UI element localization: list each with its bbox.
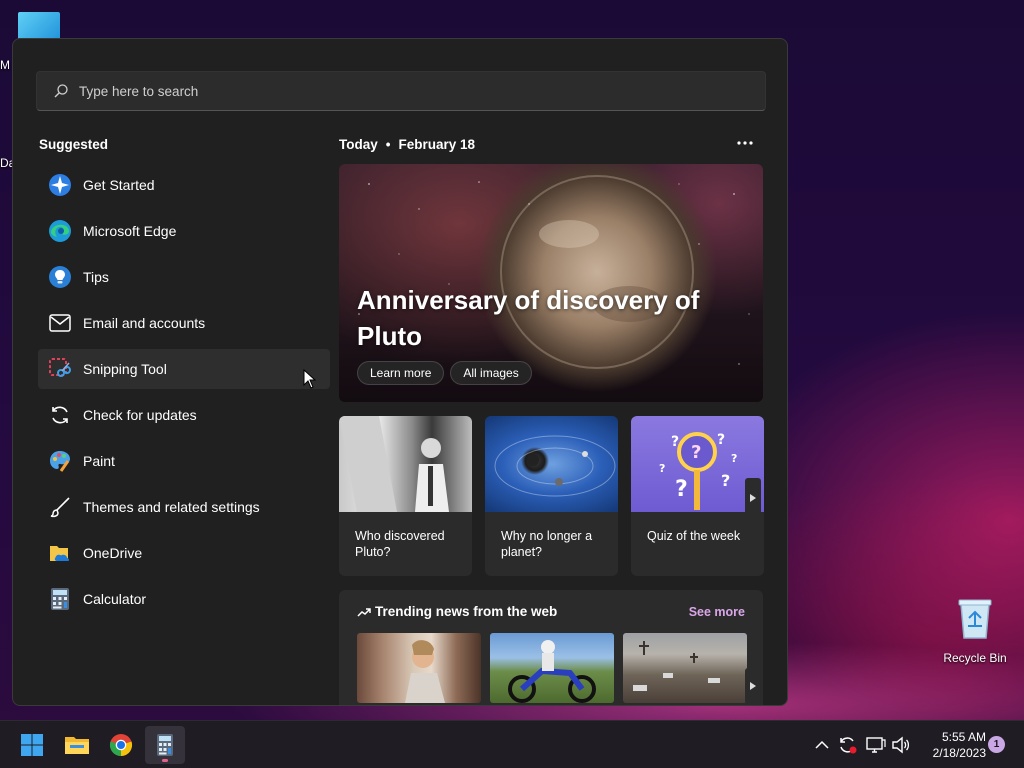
suggested-item-tips[interactable]: Tips [38, 257, 330, 297]
chrome-icon [109, 734, 133, 757]
suggested-item-paint[interactable]: Paint [38, 441, 330, 481]
system-clock[interactable]: 5:55 AM 2/18/2023 [916, 729, 986, 761]
svg-text:?: ? [691, 442, 701, 463]
onedrive-folder-icon [48, 541, 72, 565]
news-thumbnail[interactable] [357, 633, 481, 703]
refresh-icon [48, 403, 72, 427]
svg-text:?: ? [659, 462, 665, 475]
active-app-indicator [162, 759, 168, 762]
svg-text:?: ? [731, 452, 737, 465]
suggested-item-snipping-tool[interactable]: Snipping Tool [38, 349, 330, 389]
today-label: Today [339, 137, 378, 152]
mouse-cursor-icon [303, 369, 317, 389]
clock-time: 5:55 AM [941, 730, 986, 744]
svg-text:?: ? [717, 432, 725, 448]
svg-text:?: ? [721, 471, 730, 490]
suggested-item-label: Calculator [83, 591, 147, 607]
brush-icon [48, 495, 72, 519]
calculator-icon [157, 734, 173, 756]
today-separator: • [385, 137, 391, 152]
tray-network[interactable] [866, 721, 886, 768]
suggested-item-microsoft-edge[interactable]: Microsoft Edge [38, 211, 330, 251]
news-next-button[interactable] [745, 668, 761, 704]
search-icon [54, 84, 68, 98]
suggested-item-label: Check for updates [83, 407, 197, 423]
trending-up-icon [357, 607, 371, 617]
search-input[interactable] [79, 72, 679, 110]
chevron-right-icon [750, 494, 756, 502]
today-date: February 18 [398, 137, 476, 152]
suggested-item-label: Snipping Tool [83, 361, 167, 377]
suggested-title: Suggested [39, 137, 109, 152]
start-menu: Suggested Get Started Microsoft Edge Tip… [12, 38, 788, 706]
get-started-icon [48, 173, 72, 197]
card-thumbnail-solar-system [485, 416, 618, 512]
chevron-up-icon [815, 740, 829, 749]
svg-text:?: ? [675, 477, 688, 502]
tips-lightbulb-icon [48, 265, 72, 289]
sync-alert-icon [840, 737, 857, 754]
trending-news-panel: Trending news from the web See more [339, 590, 763, 705]
suggested-list: Get Started Microsoft Edge Tips Email an… [38, 165, 330, 625]
edge-icon [48, 219, 72, 243]
snipping-tool-icon [48, 357, 72, 381]
more-dots-icon [737, 141, 753, 145]
taskbar-chrome[interactable] [101, 726, 141, 764]
desktop-label-partial: M [0, 58, 10, 72]
hero-card-pluto[interactable]: Anniversary of discovery of Pluto Learn … [339, 164, 763, 402]
suggested-item-label: Get Started [83, 177, 155, 193]
suggested-item-label: Paint [83, 453, 115, 469]
chevron-right-icon [750, 682, 756, 690]
tray-sync-status[interactable] [838, 721, 858, 768]
cards-next-button[interactable] [745, 478, 761, 518]
suggested-item-email-and-accounts[interactable]: Email and accounts [38, 303, 330, 343]
suggested-item-label: Tips [83, 269, 109, 285]
card-thumbnail-astronomer-photo [339, 416, 472, 512]
tray-show-hidden[interactable] [815, 721, 829, 768]
volume-icon [892, 736, 910, 754]
see-more-link[interactable]: See more [689, 605, 745, 619]
suggested-item-check-for-updates[interactable]: Check for updates [38, 395, 330, 435]
start-button[interactable] [12, 726, 52, 764]
more-options-button[interactable] [737, 133, 753, 151]
recycle-bin[interactable]: Recycle Bin [940, 596, 1010, 667]
card-caption: Why no longer a planet? [501, 529, 593, 559]
hero-title: Anniversary of discovery of Pluto [357, 285, 700, 351]
card-caption: Quiz of the week [647, 529, 741, 543]
suggested-item-calculator[interactable]: Calculator [38, 579, 330, 619]
recycle-bin-label: Recycle Bin [943, 651, 1007, 665]
card-caption: Who discovered Pluto? [355, 529, 445, 559]
all-images-button[interactable]: All images [450, 361, 532, 385]
suggested-item-label: OneDrive [83, 545, 143, 561]
paint-palette-icon [48, 449, 72, 473]
suggested-item-get-started[interactable]: Get Started [38, 165, 330, 205]
news-title: Trending news from the web [375, 604, 558, 619]
svg-text:?: ? [671, 434, 679, 450]
learn-more-button[interactable]: Learn more [357, 361, 445, 385]
mail-icon [48, 311, 72, 335]
topic-cards: Who discovered Pluto? Why no longer a pl… [339, 416, 764, 576]
network-icon [866, 737, 886, 753]
suggested-item-label: Email and accounts [83, 315, 206, 331]
suggested-item-onedrive[interactable]: OneDrive [38, 533, 330, 573]
tray-volume[interactable] [891, 721, 911, 768]
card-who-discovered-pluto[interactable]: Who discovered Pluto? [339, 416, 472, 576]
windows-start-icon [21, 734, 43, 756]
taskbar-file-explorer[interactable] [57, 726, 97, 764]
suggested-item-label: Microsoft Edge [83, 223, 177, 239]
taskbar: 5:55 AM 2/18/2023 1 [0, 720, 1024, 768]
taskbar-calculator[interactable] [145, 726, 185, 764]
suggested-item-themes[interactable]: Themes and related settings [38, 487, 330, 527]
news-thumbnail[interactable] [623, 633, 747, 703]
calculator-icon [48, 587, 72, 611]
notification-badge[interactable]: 1 [988, 736, 1005, 753]
news-thumbnail[interactable] [490, 633, 614, 703]
recycle-bin-icon [958, 599, 992, 639]
start-search-box[interactable] [36, 71, 766, 111]
card-why-no-longer-planet[interactable]: Why no longer a planet? [485, 416, 618, 576]
file-explorer-icon [65, 737, 89, 754]
suggested-item-label: Themes and related settings [83, 499, 260, 515]
clock-date: 2/18/2023 [932, 746, 986, 760]
today-header: Today • February 18 [339, 137, 475, 152]
